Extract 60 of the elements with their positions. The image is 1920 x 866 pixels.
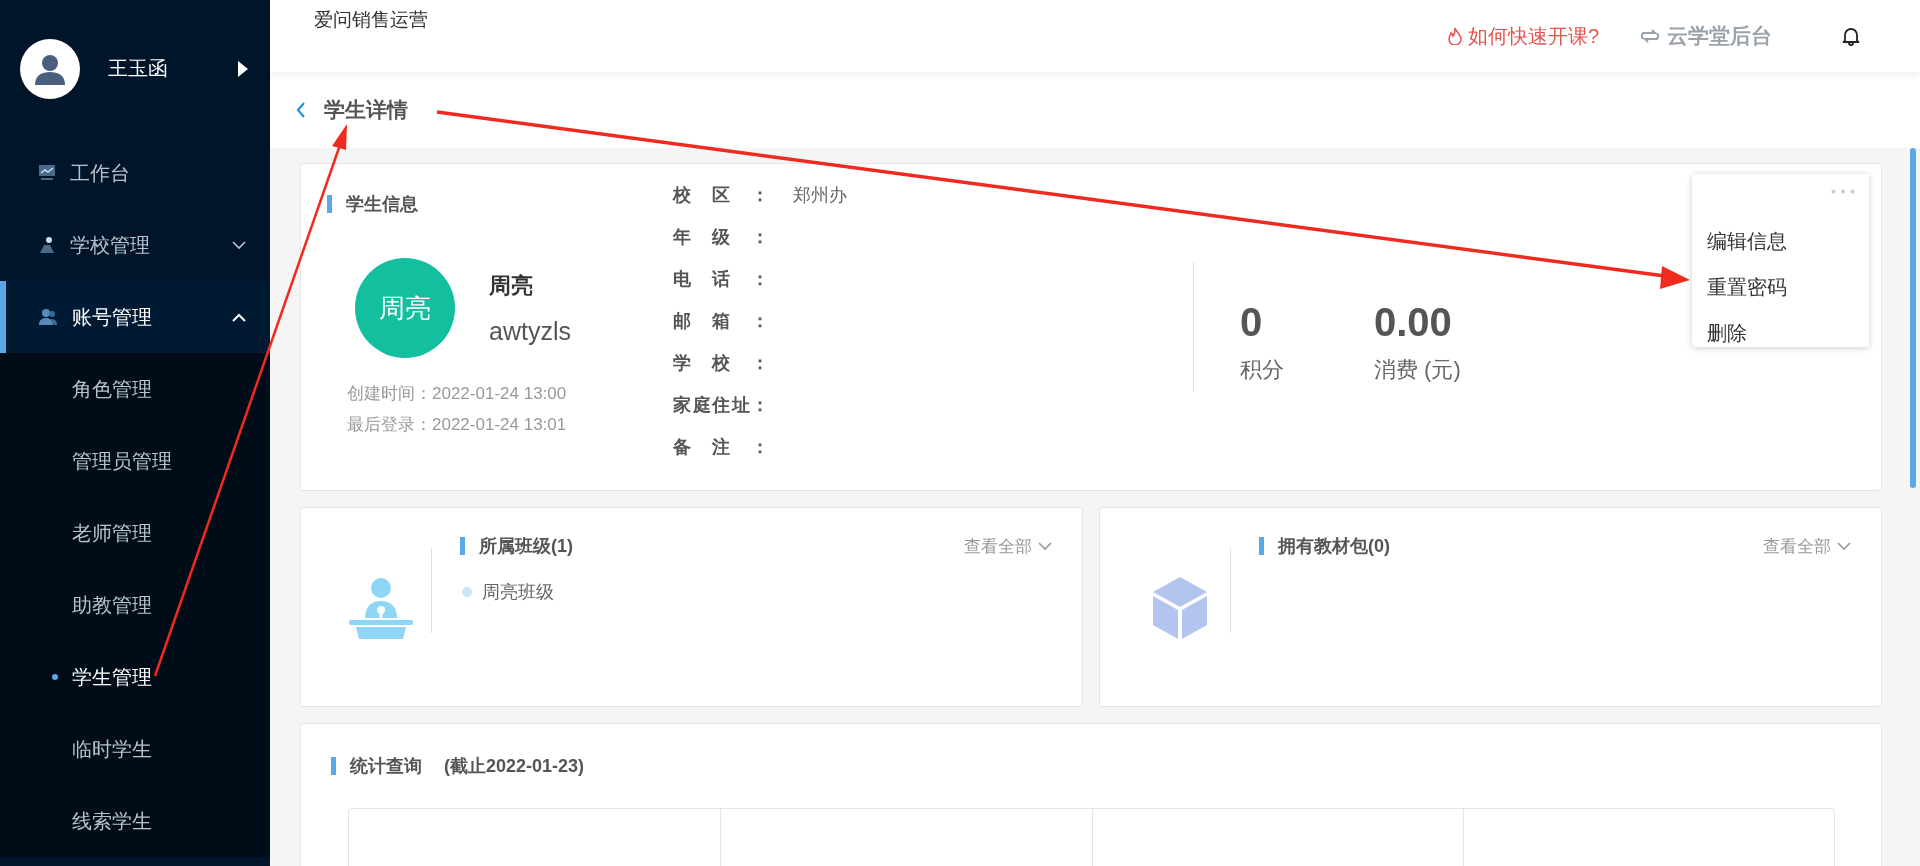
back-icon[interactable] — [296, 102, 306, 118]
chevron-down-icon — [1038, 541, 1052, 551]
menu-item[interactable]: 编辑信息 — [1692, 218, 1869, 264]
field-label: 学校： — [673, 352, 769, 375]
stat-value: 0.00 — [1374, 299, 1453, 345]
menu-item[interactable]: 重置密码 — [1692, 264, 1869, 310]
user-name: 王玉函 — [108, 56, 169, 81]
field-label: 校区： — [673, 184, 769, 207]
podium-icon — [348, 576, 414, 640]
sidebar-subitem[interactable]: 助教管理 — [0, 569, 270, 641]
student-avatar: 周亮 — [355, 258, 455, 358]
chevron-down-icon — [1837, 541, 1851, 551]
section-title: 所属班级(1) — [479, 535, 573, 558]
section-title: 拥有教材包(0) — [1278, 535, 1390, 558]
menu-item[interactable]: 删除 — [1692, 310, 1869, 356]
section-marker — [331, 757, 336, 775]
loop-icon — [1639, 28, 1661, 44]
section-marker — [327, 195, 332, 213]
field-label: 电话： — [673, 268, 769, 291]
student-username: awtyzls — [489, 316, 571, 346]
caret-icon[interactable] — [238, 60, 248, 77]
field-label: 家庭住址： — [673, 394, 769, 417]
sidebar-subitem[interactable]: 临时学生 — [0, 713, 270, 785]
page-title: 学生详情 — [324, 97, 408, 123]
stat-label: 消费 (元) — [1374, 355, 1462, 384]
scrollbar[interactable] — [1910, 148, 1916, 488]
section-marker — [1259, 537, 1264, 555]
sidebar-subitem[interactable]: 老师管理 — [0, 497, 270, 569]
chevron-up-icon — [232, 312, 246, 322]
sidebar-subitem[interactable]: 线索学生 — [0, 785, 270, 857]
stat-value: 0 — [1240, 299, 1264, 345]
bullet-dot — [462, 587, 472, 597]
active-dot — [52, 674, 58, 680]
stat-label: 积分 — [1240, 355, 1285, 384]
bell-icon[interactable] — [1842, 26, 1860, 46]
sidebar-subitem[interactable]: 管理员管理 — [0, 425, 270, 497]
chevron-down-icon — [232, 240, 246, 250]
field-label: 年级： — [673, 226, 769, 249]
cube-icon — [1151, 576, 1209, 640]
sidebar-item[interactable]: 学校管理 — [0, 209, 270, 281]
class-name: 周亮班级 — [482, 581, 554, 604]
created-time: 创建时间：2022-01-24 13:00 — [347, 383, 568, 405]
section-title: 学生信息 — [346, 193, 418, 216]
field-label: 邮箱： — [673, 310, 769, 333]
users-icon — [38, 308, 58, 326]
flame-icon — [1447, 27, 1462, 45]
student-name: 周亮 — [489, 271, 534, 300]
sidebar-item[interactable]: 账号管理 — [0, 281, 270, 353]
chart-icon — [38, 164, 56, 182]
section-marker — [460, 537, 465, 555]
app-title: 爱问销售运营 — [314, 8, 429, 32]
sidebar-subitem[interactable]: 角色管理 — [0, 353, 270, 425]
sidebar-item[interactable]: 工作台 — [0, 137, 270, 209]
help-link[interactable]: 如何快速开课? — [1447, 22, 1599, 50]
section-title: 统计查询 — [350, 755, 422, 778]
field-label: 备注： — [673, 436, 769, 459]
last-login: 最后登录：2022-01-24 13:01 — [347, 414, 568, 436]
field-value: 郑州办 — [793, 184, 847, 207]
section-subtitle: (截止2022-01-23) — [444, 755, 585, 778]
sidebar-subitem[interactable]: 学生管理 — [0, 641, 270, 713]
